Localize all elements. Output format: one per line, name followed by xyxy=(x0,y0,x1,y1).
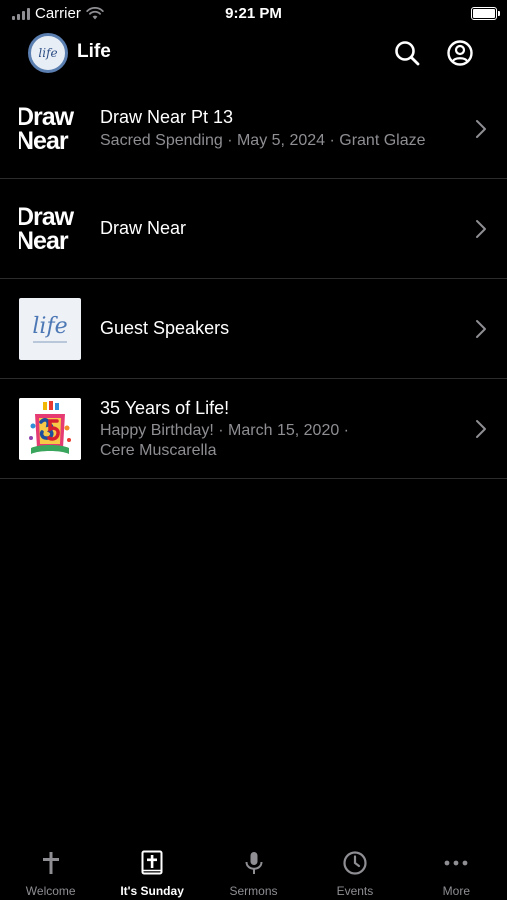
thumbnail-caption-line xyxy=(33,340,67,343)
list-item-title: Draw Near xyxy=(100,218,187,238)
list-item[interactable]: Draw Near Draw Near xyxy=(0,179,507,279)
thumbnail-image xyxy=(19,398,81,460)
thumbnail-image: Draw Near xyxy=(19,98,81,160)
thumbnail-image: Draw Near xyxy=(19,198,81,260)
tab-label: Events xyxy=(336,884,374,898)
thumbnail-text: Near xyxy=(19,127,69,155)
chevron-right-icon xyxy=(476,320,486,338)
list-item-title: 35 Years of Life! xyxy=(100,398,230,418)
tab-sermons[interactable]: Sermons xyxy=(203,840,304,900)
anniversary-artwork xyxy=(19,398,81,460)
thumbnail-image: life xyxy=(19,298,81,360)
account-icon xyxy=(447,40,473,66)
account-button[interactable] xyxy=(445,38,475,68)
tab-its-sunday[interactable]: It's Sunday xyxy=(101,840,202,900)
tab-label: Sermons xyxy=(229,884,278,898)
thumbnail-text: Near xyxy=(19,227,69,255)
microphone-icon xyxy=(245,852,263,874)
thumbnail-text: Draw xyxy=(19,103,74,131)
list-item-subtitle: Cere Muscarella xyxy=(100,442,217,459)
page-title: Life xyxy=(77,41,111,62)
cross-icon xyxy=(42,852,59,874)
app-logo[interactable]: life xyxy=(28,33,68,73)
clock-icon xyxy=(343,851,367,875)
status-bar: Carrier 9:21 PM xyxy=(0,0,507,30)
status-time: 9:21 PM xyxy=(225,5,282,22)
app-header: life Life xyxy=(0,30,507,78)
list-item[interactable]: life Guest Speakers xyxy=(0,279,507,379)
content-list: Draw Near Draw Near Pt 13 Sacred Spendin… xyxy=(0,79,507,479)
list-item[interactable]: 35 Years of Life! Happy Birthday! · Marc… xyxy=(0,379,507,479)
tab-welcome[interactable]: Welcome xyxy=(0,840,101,900)
list-item-title: Guest Speakers xyxy=(100,318,230,338)
thumbnail-text: Draw xyxy=(19,203,74,231)
tab-events[interactable]: Events xyxy=(304,840,405,900)
tab-more[interactable]: More xyxy=(406,840,507,900)
thumbnail-logo-text: life xyxy=(32,313,68,339)
search-icon xyxy=(395,41,420,66)
list-item-subtitle: Sacred Spending · May 5, 2024 · Grant Gl… xyxy=(100,132,426,149)
tab-label: It's Sunday xyxy=(120,884,184,898)
chevron-right-icon xyxy=(476,220,486,238)
search-button[interactable] xyxy=(392,38,422,68)
list-item-subtitle: Happy Birthday! · March 15, 2020 · xyxy=(100,422,350,439)
chevron-right-icon xyxy=(476,120,486,138)
tab-label: Welcome xyxy=(25,884,76,898)
battery-icon xyxy=(471,7,500,20)
list-item[interactable]: Draw Near Draw Near Pt 13 Sacred Spendin… xyxy=(0,79,507,179)
list-item-title: Draw Near Pt 13 xyxy=(100,107,234,127)
tab-bar: Welcome It's Sunday Sermons Events More xyxy=(0,840,507,900)
bible-icon xyxy=(141,850,163,875)
app-logo-text: life xyxy=(38,46,58,60)
chevron-right-icon xyxy=(476,420,486,438)
more-dots-icon xyxy=(444,860,468,866)
tab-label: More xyxy=(442,884,470,898)
